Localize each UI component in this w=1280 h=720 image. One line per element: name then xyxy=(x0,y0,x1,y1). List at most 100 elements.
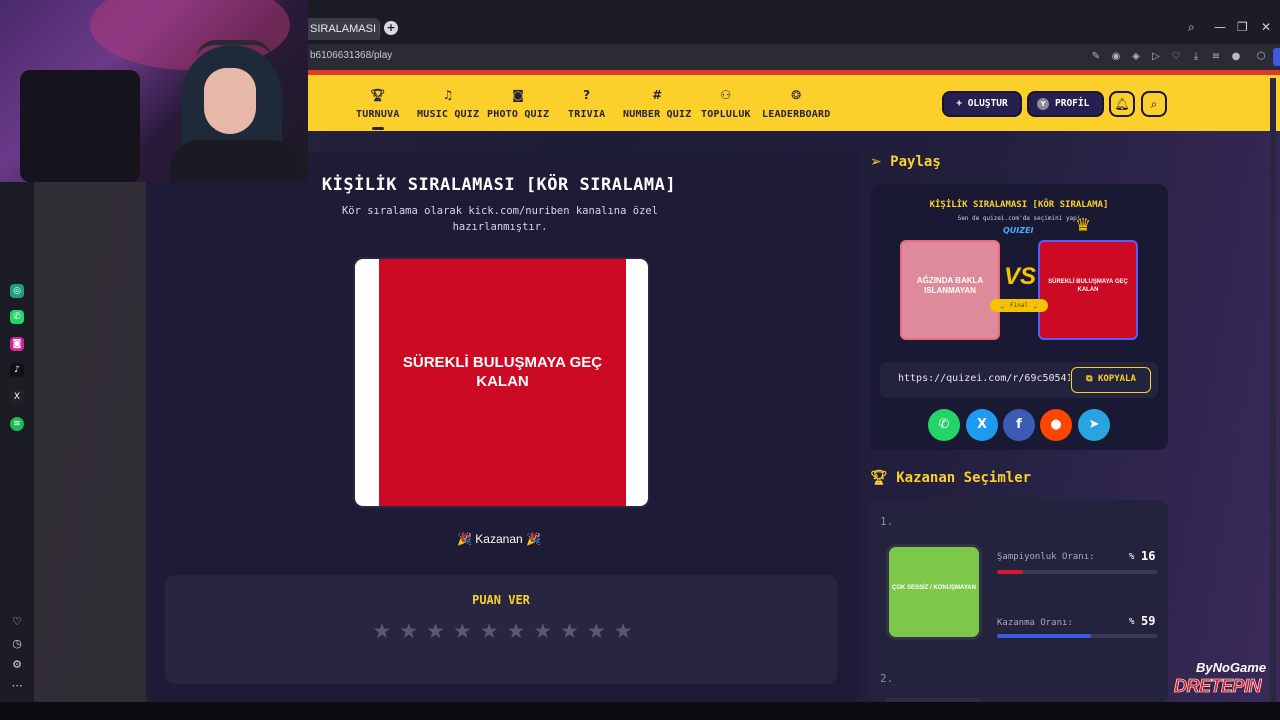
play-icon[interactable]: ▷ xyxy=(1150,51,1162,63)
search-button[interactable]: ⌕ xyxy=(1141,91,1167,117)
rating-title: PUAN VER xyxy=(472,593,530,607)
camera-icon: ◙ xyxy=(512,88,525,102)
winner-label: 🎉 Kazanan 🎉 xyxy=(457,532,541,546)
stream-watermark: ByNoGame DRETEPIN xyxy=(1162,660,1272,702)
instagram-icon[interactable]: ◙ xyxy=(10,337,24,351)
share-link-box: https://quizei.com/r/69c505414 ⧉ KOPYALA xyxy=(880,362,1158,398)
vs-badge: VS xyxy=(1004,263,1037,290)
star-icon[interactable]: ★ xyxy=(370,619,394,643)
nav-topluluk[interactable]: ⚇ TOPLULUK xyxy=(701,87,751,120)
notifications-button[interactable]: 🔔︎ xyxy=(1109,91,1135,117)
win-rate-value: 59 xyxy=(1141,614,1156,628)
share-title: ➢ Paylaş xyxy=(870,154,941,170)
history-icon[interactable]: ◷ xyxy=(9,636,25,652)
question-icon: ? xyxy=(583,88,591,102)
download-icon[interactable]: ⤓ xyxy=(1190,51,1202,63)
facebook-share-button[interactable]: f xyxy=(1003,409,1035,441)
settings-icon[interactable]: ⚙ xyxy=(9,657,25,673)
url-field[interactable]: b6106631368/play xyxy=(310,50,392,61)
choice-right: SÜREKLİ BULUŞMAYA GEÇ KALAN xyxy=(1038,240,1138,340)
star-icon[interactable]: ★ xyxy=(531,619,555,643)
heart-icon[interactable]: ♡ xyxy=(9,614,25,630)
screenshot-icon[interactable]: ◉ xyxy=(1110,51,1122,63)
winner-card: SÜREKLİ BULUŞMAYA GEÇ KALAN xyxy=(353,257,650,508)
users-icon: ⚇ xyxy=(720,88,732,102)
copy-icon: ⧉ xyxy=(1086,374,1093,384)
close-button[interactable]: ✕ xyxy=(1261,20,1271,34)
create-button[interactable]: + OLUŞTUR xyxy=(942,91,1022,117)
final-badge: 🏆 Final 🏆 xyxy=(990,299,1048,312)
nav-number-quiz[interactable]: # NUMBER QUIZ xyxy=(623,87,691,120)
active-nav-indicator xyxy=(372,127,384,130)
restore-button[interactable]: ❐ xyxy=(1237,20,1248,34)
nav-music-quiz[interactable]: ♫ MUSIC QUIZ xyxy=(417,87,479,120)
heart-icon[interactable]: ♡ xyxy=(1170,51,1182,63)
copy-button[interactable]: ⧉ KOPYALA xyxy=(1071,367,1151,393)
winner-image: SÜREKLİ BULUŞMAYA GEÇ KALAN xyxy=(379,259,626,506)
star-icon[interactable]: ★ xyxy=(504,619,528,643)
star-icon[interactable]: ★ xyxy=(584,619,608,643)
whatsapp-share-button[interactable]: ✆ xyxy=(928,409,960,441)
profile-label: PROFİL xyxy=(1055,98,1090,109)
nav-label: MUSIC QUIZ xyxy=(417,109,480,120)
champion-rate-fill xyxy=(997,570,1023,574)
more-icon[interactable]: ⋯ xyxy=(9,678,25,694)
star-icon[interactable]: ★ xyxy=(477,619,501,643)
star-icon[interactable]: ★ xyxy=(397,619,421,643)
spotify-icon[interactable]: ≋ xyxy=(10,417,24,431)
nav-trivia[interactable]: ? TRIVIA xyxy=(568,87,605,120)
edit-icon[interactable]: ✎ xyxy=(1090,51,1102,63)
choice-right-text: SÜREKLİ BULUŞMAYA GEÇ KALAN xyxy=(1048,279,1128,293)
whatsapp-icon[interactable]: ✆ xyxy=(10,310,24,324)
rank-number: 2. xyxy=(880,672,894,685)
new-tab-button[interactable]: + xyxy=(384,21,398,35)
nav-turnuva[interactable]: 🏆︎ TURNUVA xyxy=(356,87,400,120)
reddit-share-button[interactable]: ● xyxy=(1040,409,1072,441)
browser-tab[interactable]: SIRALAMASI [KÖR xyxy=(300,18,380,40)
minimize-button[interactable]: — xyxy=(1214,20,1226,34)
share-link-field[interactable]: https://quizei.com/r/69c505414 xyxy=(898,373,1070,384)
cam-headphones xyxy=(196,40,272,60)
x-icon[interactable]: X xyxy=(10,390,24,404)
shield-icon[interactable]: ◈ xyxy=(1130,51,1142,63)
telegram-share-button[interactable]: ➤ xyxy=(1078,409,1110,441)
browser-sidebar: ◎ ✆ ◙ ♪ X ≋ ♡ ◷ ⚙ ⋯ xyxy=(0,182,34,702)
winners-title: 🏆︎ Kazanan Seçimler xyxy=(870,470,1031,486)
crown-icon: ♛ xyxy=(1075,215,1092,236)
share-card-title: KİŞİLİK SIRALAMASI [KÖR SIRALAMA] xyxy=(929,200,1109,210)
quiz-description: Kör sıralama olarak kick.com/nuriben kan… xyxy=(341,205,659,233)
profile-button[interactable]: Y PROFİL xyxy=(1027,91,1104,117)
nav-photo-quiz[interactable]: ◙ PHOTO QUIZ xyxy=(487,87,549,120)
menu-icon[interactable]: ≡ xyxy=(1210,51,1222,63)
cam-streamer-body xyxy=(170,140,300,182)
star-icon[interactable]: ★ xyxy=(450,619,474,643)
bell-icon: 🔔︎ xyxy=(1114,97,1130,111)
nav-label: TOPLULUK xyxy=(701,109,751,120)
star-icon[interactable]: ★ xyxy=(611,619,635,643)
winners-title-text: Kazanan Seçimler xyxy=(896,470,1032,486)
win-rate-label: Kazanma Oranı: xyxy=(997,618,1073,628)
watermark-bottom: DRETEPIN xyxy=(1174,676,1262,697)
win-rate-percent: % xyxy=(1129,617,1135,627)
winner-choice-text: ÇOK SESSİZ / KONUŞMAYAN xyxy=(892,585,976,591)
extension-icon[interactable]: ⬡ xyxy=(1255,51,1267,63)
win-rate-bar xyxy=(997,634,1157,638)
nav-leaderboard[interactable]: ❂ LEADERBOARD xyxy=(762,87,830,120)
cam-chair xyxy=(20,70,140,182)
page-scrollbar[interactable] xyxy=(1270,78,1276,702)
star-icon[interactable]: ★ xyxy=(558,619,582,643)
x-share-button[interactable]: X xyxy=(966,409,998,441)
nav-label: NUMBER QUIZ xyxy=(623,109,692,120)
winner-choice-image[interactable]: ÇOK SESSİZ / KONUŞMAYAN xyxy=(886,544,982,640)
star-icon[interactable]: ★ xyxy=(424,619,448,643)
trophy-icon: 🏆︎ xyxy=(370,88,386,102)
profile-icon[interactable]: ● xyxy=(1230,51,1242,63)
chatgpt-icon[interactable]: ◎ xyxy=(10,284,24,298)
champion-rate-bar xyxy=(997,570,1157,574)
tiktok-icon[interactable]: ♪ xyxy=(10,363,24,377)
watermark-top: ByNoGame xyxy=(1196,660,1267,675)
champion-rate-label: Şampiyonluk Oranı: xyxy=(997,552,1095,562)
extension-tab[interactable] xyxy=(1273,48,1280,66)
tab-search-icon[interactable]: ⌕ xyxy=(1188,20,1195,34)
nav-label: PHOTO QUIZ xyxy=(487,109,550,120)
